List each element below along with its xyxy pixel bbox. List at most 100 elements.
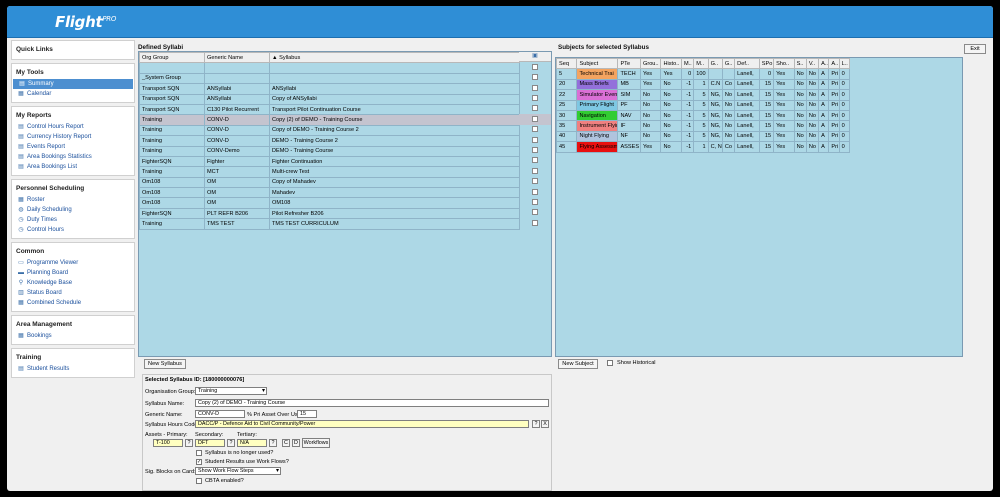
syllabi-grid[interactable]: Org Group Generic Name ▲ Syllabus _Syste… xyxy=(138,51,552,357)
secondary-asset-lookup-button[interactable]: ? xyxy=(227,439,235,447)
subject-column-header[interactable]: M.. xyxy=(693,58,709,70)
syllabus-row[interactable]: Transport SQN C130 Pilot Recurrent Transpo… xyxy=(139,103,520,116)
hours-code-lookup-button[interactable]: ? xyxy=(532,420,540,428)
subject-column-header[interactable]: Sho.. xyxy=(773,58,795,70)
sidebar-item-programme-viewer[interactable]: ▭ Programme Viewer xyxy=(12,258,134,268)
sidebar-item-events-report[interactable]: ▤ Events Report xyxy=(12,142,134,152)
subject-column-header[interactable]: PTe xyxy=(617,58,641,70)
exit-button[interactable]: Exit xyxy=(964,44,986,54)
sidebar-item-control-hours[interactable]: ◷ Control Hours xyxy=(12,225,134,235)
col-syllabus[interactable]: ▲ Syllabus xyxy=(269,52,520,64)
primary-asset-input[interactable]: T-100 xyxy=(153,439,183,447)
syllabus-row[interactable]: Training CONV-D Copy of DEMO - Training Co… xyxy=(139,124,520,137)
workflow-copy-button[interactable]: C xyxy=(282,439,290,447)
syllabus-row[interactable]: Transport SQN ANSyllabi ANSyllabi xyxy=(139,83,520,95)
new-syllabus-button[interactable]: New Syllabus xyxy=(144,359,186,369)
sidebar-item-control-hours-report[interactable]: ▤ Control Hours Report xyxy=(12,122,134,132)
syllabus-row[interactable]: Training CONV-D DEMO - Training Course 2 xyxy=(139,135,520,147)
show-historical-checkbox[interactable] xyxy=(607,360,613,366)
subject-column-header[interactable]: Histo.. xyxy=(660,58,682,70)
syllabus-row[interactable]: Training CONV-Demo DEMO - Training Course xyxy=(139,145,520,157)
syllabus-row[interactable]: _System Group xyxy=(139,72,520,85)
subject-column-header[interactable]: S.. xyxy=(793,58,807,70)
syllabus-row[interactable]: Om108 OM OM108 xyxy=(139,197,520,209)
syllabus-row-checkbox[interactable] xyxy=(532,136,538,143)
subject-row[interactable]: 22 Simulator Even SIM No No -1 5 NG, No Lanell, 15… xyxy=(556,89,851,101)
syllabus-row-checkbox[interactable] xyxy=(532,63,538,70)
syllabus-row-checkbox[interactable] xyxy=(532,219,538,226)
syllabus-row-checkbox[interactable] xyxy=(532,115,538,122)
syllabus-row-checkbox[interactable] xyxy=(532,188,538,195)
sidebar-item-calendar[interactable]: ▦ Calendar xyxy=(12,89,134,99)
sidebar-item-roster[interactable]: ▦ Roster xyxy=(12,195,134,205)
syllabus-row[interactable] xyxy=(139,62,520,74)
sidebar-item-combined-schedule[interactable]: ▦ Combined Schedule xyxy=(12,298,134,308)
export-icon[interactable]: ▣ xyxy=(519,52,551,63)
pri-asset-input[interactable]: 15 xyxy=(297,410,317,418)
sidebar-item-currency-history-report[interactable]: ▤ Currency History Report xyxy=(12,132,134,142)
syllabus-row-checkbox[interactable] xyxy=(532,94,538,101)
syllabus-row-checkbox[interactable] xyxy=(532,178,538,185)
subject-row[interactable]: 25 Primary Flight PF No No -1 5 NG, No Lanell, 15 Y… xyxy=(556,99,851,111)
subject-column-header[interactable]: G.. xyxy=(721,58,736,70)
new-subject-button[interactable]: New Subject xyxy=(558,359,598,369)
tertiary-asset-lookup-button[interactable]: ? xyxy=(269,439,277,447)
sidebar-item-bookings[interactable]: ▦ Bookings xyxy=(12,331,134,341)
syllabus-row[interactable]: Training TMS TEST TMS TEST CURRICULUM xyxy=(139,218,520,230)
org-group-select[interactable]: Training xyxy=(195,387,267,395)
primary-asset-lookup-button[interactable]: ? xyxy=(185,439,193,447)
sidebar-item-area-bookings-statistics[interactable]: ▤ Area Bookings Statistics xyxy=(12,152,134,162)
subject-row[interactable]: 45 Flying Assessm ASSES Yes No -1 1 C, N Co Lanel… xyxy=(556,141,851,153)
subject-row[interactable]: 35 Instrument Flyir IF No No -1 5 NG, No Lanell, 1… xyxy=(556,120,851,132)
syllabus-row[interactable]: Transport SQN ANSyllabi Copy of ANSyllabi xyxy=(139,93,520,105)
sig-blocks-select[interactable]: Show Work Flow Steps xyxy=(195,467,281,475)
syllabus-row[interactable]: FighterSQN Fighter Fighter Continuation xyxy=(139,155,520,168)
subject-column-header[interactable]: L.. xyxy=(838,58,851,70)
sidebar-item-duty-times[interactable]: ◷ Duty Times xyxy=(12,215,134,225)
subject-column-header[interactable]: Grou.. xyxy=(639,58,662,70)
workflow-delete-button[interactable]: D xyxy=(292,439,300,447)
syllabus-row-checkbox[interactable] xyxy=(532,198,538,205)
subject-row[interactable]: 5 Technical Trai TECH Yes Yes 0 100 Lanell, 0 Yes… xyxy=(556,68,851,80)
subject-column-header[interactable]: A.. xyxy=(818,58,830,70)
syllabus-row-checkbox[interactable] xyxy=(532,74,538,81)
syllabus-row-checkbox[interactable] xyxy=(532,157,538,164)
subjects-grid[interactable]: Seq Subject PTe Grou.. Histo.. M.. M.. G.. G.. De… xyxy=(555,57,963,357)
no-longer-used-checkbox[interactable] xyxy=(196,450,202,456)
subject-row[interactable]: 30 Navigation NAV No No -1 5 NG, No Lanell, 15 Yes N… xyxy=(556,109,851,122)
sidebar-item-knowledge-base[interactable]: ⚲ Knowledge Base xyxy=(12,278,134,288)
syllabus-row-checkbox[interactable] xyxy=(532,167,538,174)
col-generic-name[interactable]: Generic Name xyxy=(204,52,270,64)
syllabus-row-checkbox[interactable] xyxy=(532,126,538,133)
syllabus-name-input[interactable]: Copy (2) of DEMO - Training Course xyxy=(195,399,549,407)
subject-column-header[interactable]: Def.. xyxy=(734,58,760,70)
subject-column-header[interactable]: A.. xyxy=(828,58,840,70)
syllabus-row[interactable]: Om108 OM Copy of Mahadev xyxy=(139,176,520,189)
syllabus-row[interactable]: FighterSQN PLT REFR B206 Pilot Refresher B… xyxy=(139,207,520,220)
syllabus-row-checkbox[interactable] xyxy=(532,84,538,91)
syllabus-row[interactable]: Om108 OM Mahadev xyxy=(139,187,520,199)
subject-column-header[interactable]: Subject xyxy=(576,58,619,70)
hours-code-input[interactable]: DACC/P - Defence Aid to Civil Community/… xyxy=(195,420,529,428)
subject-column-header[interactable]: Seq xyxy=(556,58,578,70)
sidebar-item-status-board[interactable]: ▥ Status Board xyxy=(12,288,134,298)
subject-row[interactable]: 20 Mass Briefs MB Yes No -1 1 C.N Co Lanell, 15 Yes… xyxy=(556,78,851,91)
subject-column-header[interactable]: G.. xyxy=(707,58,723,70)
syllabus-row-checkbox[interactable] xyxy=(532,146,538,153)
subject-column-header[interactable]: V.. xyxy=(805,58,820,70)
use-work-flows-checkbox[interactable]: ✓ xyxy=(196,459,202,465)
syllabus-row-checkbox[interactable] xyxy=(532,105,538,112)
sidebar-item-planning-board[interactable]: ▬ Planning Board xyxy=(12,268,134,278)
workflows-button[interactable]: Workflows xyxy=(302,438,330,448)
hours-code-clear-button[interactable]: X xyxy=(541,420,549,428)
subject-column-header[interactable]: SPo xyxy=(758,58,775,70)
tertiary-asset-input[interactable]: N/A xyxy=(237,439,267,447)
sidebar-item-area-bookings-list[interactable]: ▤ Area Bookings List xyxy=(12,162,134,172)
secondary-asset-input[interactable]: DFT xyxy=(195,439,225,447)
syllabus-row[interactable]: Training MCT Multi-crew Test xyxy=(139,166,520,178)
syllabus-row[interactable]: Training CONV-D Copy (2) of DEMO - Trainin… xyxy=(139,114,520,126)
sidebar-item-daily-scheduling[interactable]: ◍ Daily Scheduling xyxy=(12,205,134,215)
syllabus-row-checkbox[interactable] xyxy=(532,209,538,216)
sidebar-item-student-results[interactable]: ▤ Student Results xyxy=(12,364,134,374)
subject-column-header[interactable]: M.. xyxy=(680,58,695,70)
